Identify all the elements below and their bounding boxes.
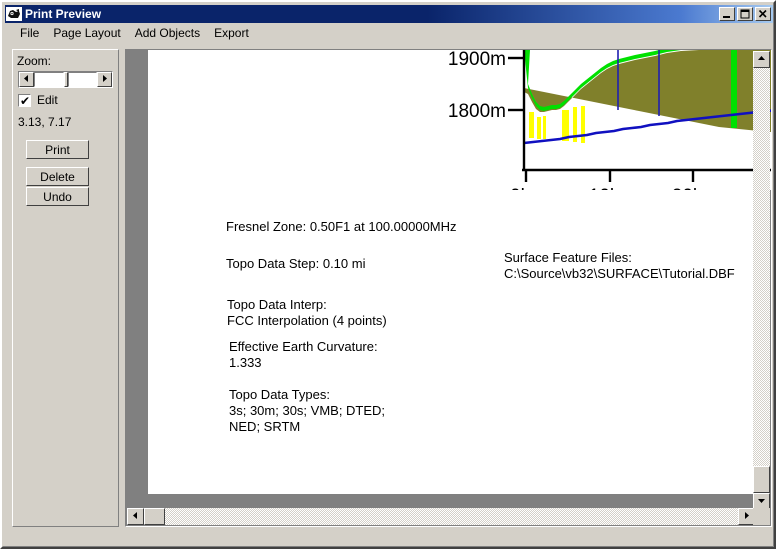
preview-scroll-area: 2000m 1900m 1800m 0km 10km 20km 30k xyxy=(125,49,772,527)
edit-checkbox[interactable]: ✔ xyxy=(18,94,31,107)
checkmark-icon: ✔ xyxy=(20,94,31,108)
y-tick-1900m: 1900m xyxy=(448,49,506,70)
maximize-icon xyxy=(738,8,752,20)
topo-data-interp-text[interactable]: Topo Data Interp: FCC Interpolation (4 p… xyxy=(227,297,387,329)
horizontal-scroll-track[interactable] xyxy=(144,508,738,525)
zoom-scrollbar[interactable] xyxy=(18,71,113,88)
right-arrow-icon xyxy=(102,75,107,84)
app-icon xyxy=(6,7,22,21)
horizontal-scroll-thumb[interactable] xyxy=(144,508,165,525)
menu-item-export[interactable]: Export xyxy=(207,25,256,42)
close-button[interactable] xyxy=(755,7,771,21)
down-arrow-icon xyxy=(758,498,765,505)
right-arrow-icon xyxy=(744,512,749,521)
x-tick-10km: 10km xyxy=(589,186,635,190)
horizontal-scrollbar[interactable] xyxy=(127,508,755,525)
menu-item-file[interactable]: File xyxy=(13,25,46,42)
menu-item-page-layout[interactable]: Page Layout xyxy=(46,25,127,42)
left-arrow-icon xyxy=(24,75,29,84)
zoom-label: Zoom: xyxy=(17,54,52,68)
window-inner-frame: Print Preview File Page Layout Add Objec… xyxy=(2,2,774,547)
zoom-scroll-right-button[interactable] xyxy=(97,72,112,87)
minimize-icon xyxy=(720,8,734,20)
print-button[interactable]: Print xyxy=(26,140,89,159)
x-tick-20km: 20km xyxy=(672,186,718,190)
delete-button[interactable]: Delete xyxy=(26,167,89,186)
zoom-scroll-track-right[interactable] xyxy=(67,72,97,87)
vertical-scroll-thumb[interactable] xyxy=(753,466,770,493)
surface-feature-files-text[interactable]: Surface Feature Files: C:\Source\vb32\SU… xyxy=(504,250,735,282)
effective-earth-curvature-text[interactable]: Effective Earth Curvature: 1.333 xyxy=(229,339,378,371)
menu-bar: File Page Layout Add Objects Export xyxy=(6,24,772,43)
close-icon xyxy=(756,8,770,20)
zoom-scroll-left-button[interactable] xyxy=(19,72,34,87)
topo-data-step-text[interactable]: Topo Data Step: 0.10 mi xyxy=(226,256,365,272)
undo-button[interactable]: Undo xyxy=(26,187,89,206)
y-tick-1800m: 1800m xyxy=(448,101,506,122)
menu-item-add-objects[interactable]: Add Objects xyxy=(128,25,207,42)
scroll-left-button[interactable] xyxy=(127,508,144,525)
window-title: Print Preview xyxy=(25,7,102,21)
scrollbar-corner xyxy=(753,508,770,525)
x-tick-0km: 0km xyxy=(510,186,546,190)
left-control-panel: Zoom: ✔ Edit 3.13, 7.17 Print Delete Und… xyxy=(12,49,119,527)
edit-checkbox-row[interactable]: ✔ Edit xyxy=(18,94,58,107)
fresnel-zone-text[interactable]: Fresnel Zone: 0.50F1 at 100.00000MHz xyxy=(226,219,457,235)
cursor-coordinates: 3.13, 7.17 xyxy=(18,115,72,129)
title-bar[interactable]: Print Preview xyxy=(5,5,773,23)
terrain-profile-chart: 2000m 1900m 1800m 0km 10km 20km 30k xyxy=(429,49,771,190)
vertical-scrollbar[interactable] xyxy=(753,51,770,510)
scroll-up-button[interactable] xyxy=(753,51,770,68)
print-preview-window: Print Preview File Page Layout Add Objec… xyxy=(0,0,776,549)
up-arrow-icon xyxy=(758,56,765,63)
minimize-button[interactable] xyxy=(719,7,735,21)
left-arrow-icon xyxy=(133,512,138,521)
vertical-scroll-track[interactable] xyxy=(753,68,770,493)
maximize-button[interactable] xyxy=(737,7,753,21)
preview-page[interactable]: 2000m 1900m 1800m 0km 10km 20km 30k xyxy=(148,50,771,494)
window-controls xyxy=(719,7,771,21)
topo-data-types-text[interactable]: Topo Data Types: 3s; 30m; 30s; VMB; DTED… xyxy=(229,387,385,435)
edit-checkbox-label: Edit xyxy=(37,93,58,107)
zoom-scroll-track-left[interactable] xyxy=(34,72,64,87)
